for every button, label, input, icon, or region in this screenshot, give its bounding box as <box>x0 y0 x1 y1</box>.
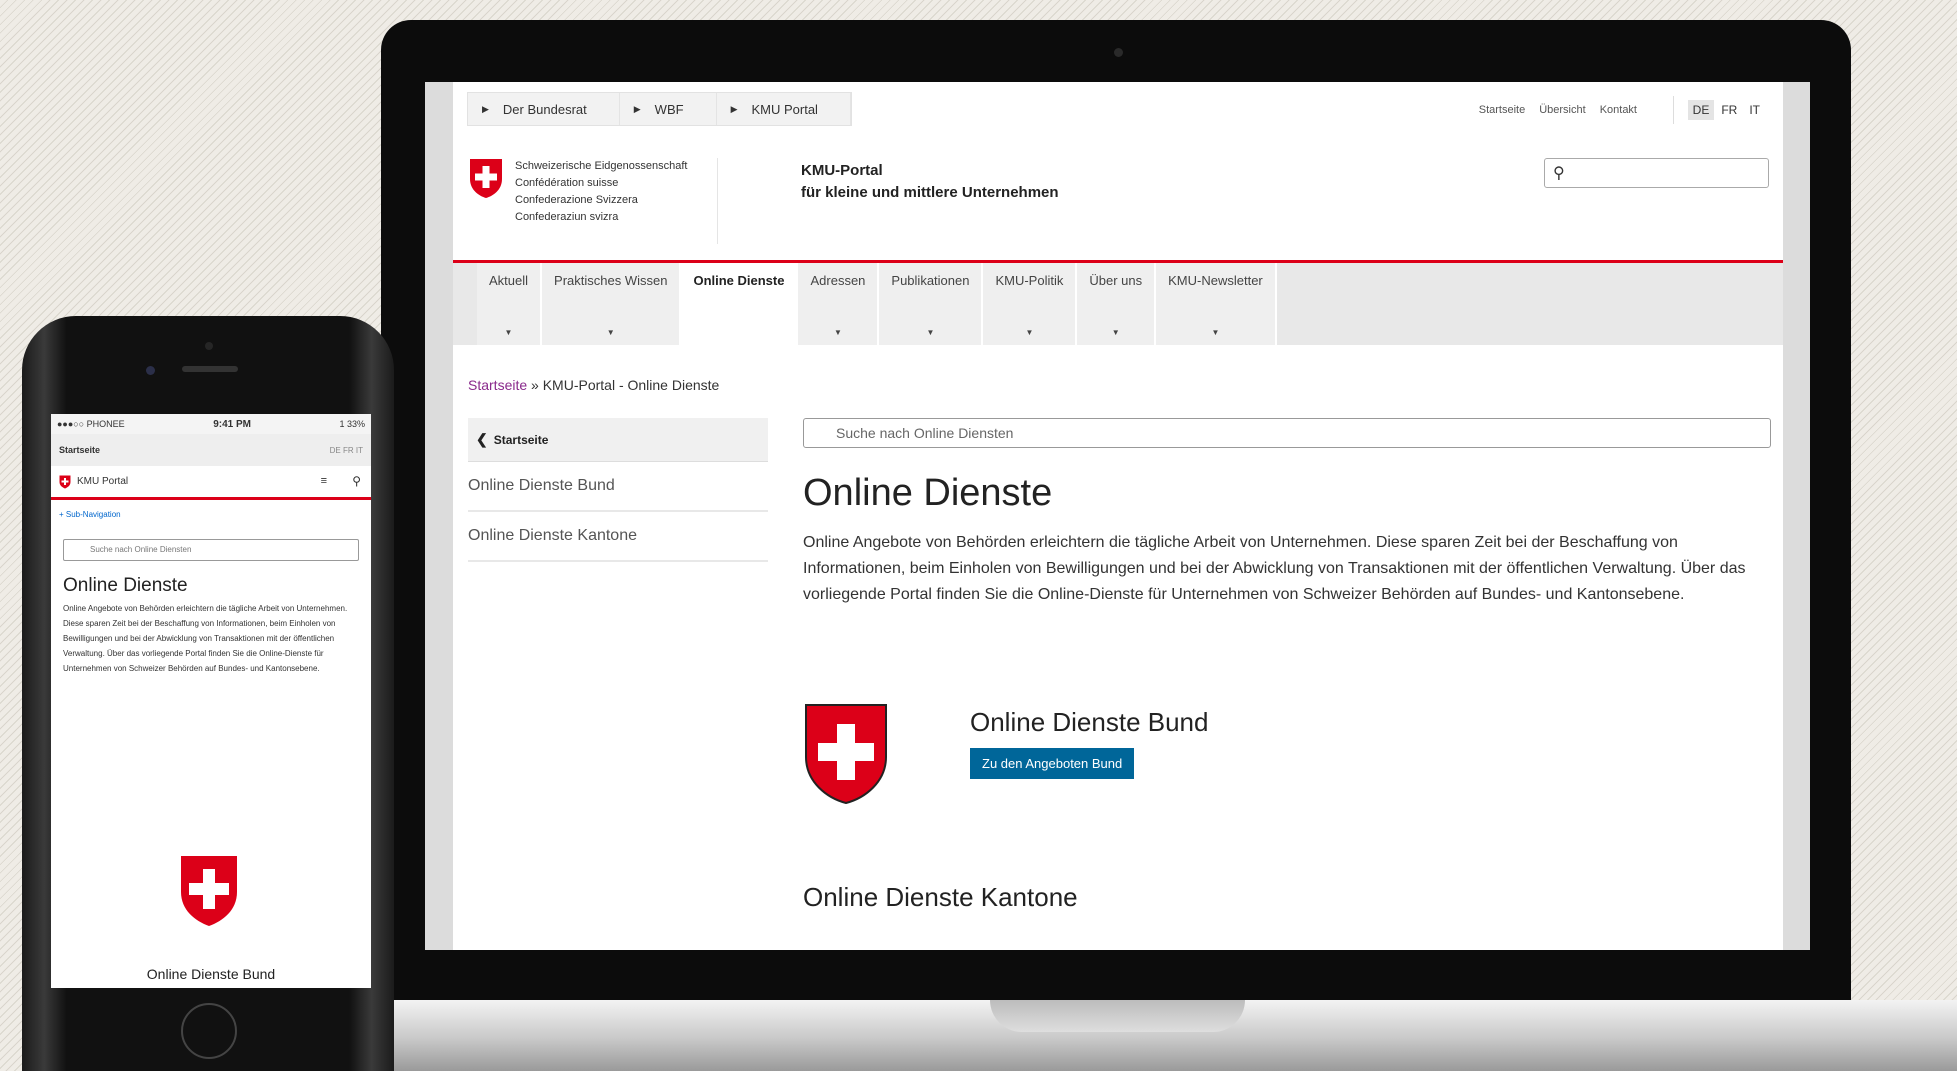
phone-screen: ●●●○○ PHONEE 9:41 PM 1 33% Startseite DE… <box>51 414 371 988</box>
link-startseite[interactable]: Startseite <box>1479 104 1525 116</box>
page-title: Online Dienste <box>803 472 1053 514</box>
sidebar-item-bund[interactable]: Online Dienste Bund <box>468 462 768 512</box>
nav-publikationen[interactable]: Publikationen ▼ <box>879 263 984 345</box>
laptop-screen: ▶ Der Bundesrat ▶ WBF ▶ KMU Portal Startsei… <box>425 82 1810 950</box>
confederation-names: Schweizerische Eidgenossenschaft Confédé… <box>515 158 719 244</box>
nav-kmu-politik[interactable]: KMU-Politik ▼ <box>983 263 1078 345</box>
sidebar: ❮ Startseite Online Dienste Bund Online … <box>468 418 768 562</box>
caret-down-icon: ▼ <box>1025 328 1034 337</box>
nav-praktisches-wissen[interactable]: Praktisches Wissen ▼ <box>542 263 682 345</box>
phone-bund-title: Online Dienste Bund <box>146 966 276 982</box>
link-kontakt[interactable]: Kontakt <box>1600 104 1637 116</box>
phone-status-bar: ●●●○○ PHONEE 9:41 PM 1 33% <box>51 414 371 434</box>
triangle-right-icon: ▶ <box>482 103 489 114</box>
intro-text: Online Angebote von Behörden erleichtern… <box>803 534 1746 603</box>
phone-top-bar: Startseite DE FR IT <box>51 434 371 466</box>
swiss-shield-icon <box>59 475 71 488</box>
bund-section-title: Online Dienste Bund <box>970 707 1209 737</box>
caret-down-icon: ▼ <box>926 328 935 337</box>
breadcrumb-item[interactable]: ▶ KMU Portal <box>717 93 851 125</box>
nav-aktuell[interactable]: Aktuell ▼ <box>477 263 543 345</box>
nav-adressen[interactable]: Adressen ▼ <box>798 263 880 345</box>
search-icon[interactable]: ⚲ <box>352 474 361 488</box>
link-uebersicht[interactable]: Übersicht <box>1539 104 1585 116</box>
nav-online-dienste[interactable]: Online Dienste <box>681 263 799 345</box>
page-breadcrumb: Startseite » KMU-Portal - Online Dienste <box>468 377 719 393</box>
lang-de[interactable]: DE <box>1687 100 1715 120</box>
header-search-input[interactable]: ⚲ <box>1544 158 1769 188</box>
menu-icon[interactable]: ≡ <box>321 475 327 487</box>
breadcrumb-link-startseite[interactable]: Startseite <box>468 377 527 393</box>
phone-sub-navigation[interactable]: + Sub-Navigation <box>51 500 371 529</box>
service-links: Startseite Übersicht Kontakt <box>1479 104 1637 116</box>
phone-language-switcher[interactable]: DE FR IT <box>330 446 363 455</box>
phone-page-title: Online Dienste <box>63 575 188 596</box>
lang-it[interactable]: IT <box>1744 100 1765 120</box>
zu-den-angeboten-bund-button[interactable]: Zu den Angeboten Bund <box>970 748 1135 779</box>
phone-sensor <box>205 342 213 350</box>
phone-header: KMU Portal ≡ ⚲ <box>51 466 371 500</box>
sidebar-item-kantone[interactable]: Online Dienste Kantone <box>468 512 768 562</box>
search-icon: ⚲ <box>1553 165 1565 182</box>
caret-down-icon: ▼ <box>833 328 842 337</box>
caret-down-icon: ▼ <box>1211 328 1220 337</box>
phone-speaker <box>182 366 238 372</box>
swiss-shield-icon <box>181 856 237 926</box>
swiss-coat-of-arms-logo[interactable] <box>468 157 504 199</box>
online-services-search-input[interactable]: Suche nach Online Diensten <box>803 418 1771 448</box>
nav-ueber-uns[interactable]: Über uns ▼ <box>1077 263 1157 345</box>
phone-startseite-link[interactable]: Startseite <box>59 445 100 455</box>
phone-camera <box>146 366 155 375</box>
caret-down-icon: ▼ <box>1111 328 1120 337</box>
phone-portal-name[interactable]: KMU Portal <box>77 476 128 487</box>
laptop-notch <box>990 1000 1245 1032</box>
phone-home-button[interactable] <box>181 1003 237 1059</box>
main-navigation: Aktuell ▼ Praktisches Wissen ▼ Online Dien… <box>453 263 1783 345</box>
breadcrumb-item[interactable]: ▶ WBF <box>620 93 717 125</box>
phone-intro-text: Online Angebote von Behörden erleichtern… <box>63 604 348 673</box>
triangle-right-icon: ▶ <box>730 103 738 114</box>
portal-title: KMU-Portal für kleine und mittlere Unter… <box>801 162 1059 201</box>
caret-down-icon: ▼ <box>606 328 615 337</box>
desktop-page: ▶ Der Bundesrat ▶ WBF ▶ KMU Portal Startsei… <box>453 82 1783 950</box>
kantone-section-title: Online Dienste Kantone <box>803 882 1078 912</box>
phone-search-input[interactable]: Suche nach Online Diensten <box>63 539 359 561</box>
caret-down-icon: ▼ <box>504 328 513 337</box>
laptop-camera <box>1114 48 1123 57</box>
breadcrumb-item[interactable]: ▶ Der Bundesrat <box>468 93 620 125</box>
swiss-shield-icon <box>805 704 887 805</box>
top-breadcrumb: ▶ Der Bundesrat ▶ WBF ▶ KMU Portal <box>467 92 852 126</box>
sidebar-back-link[interactable]: ❮ Startseite <box>468 418 768 462</box>
nav-kmu-newsletter[interactable]: KMU-Newsletter ▼ <box>1156 263 1277 345</box>
chevron-left-icon: ❮ <box>476 431 488 447</box>
lang-fr[interactable]: FR <box>1716 100 1742 120</box>
breadcrumb-current: » KMU-Portal - Online Dienste <box>531 377 720 393</box>
triangle-right-icon: ▶ <box>633 103 641 114</box>
language-switcher: DE FR IT <box>1672 96 1765 124</box>
